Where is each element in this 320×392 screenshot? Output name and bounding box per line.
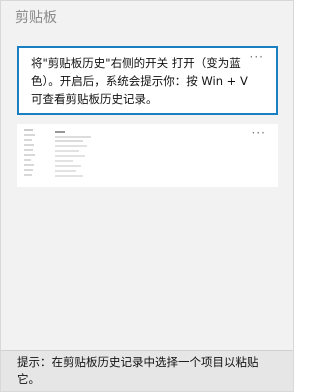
panel-title: 剪贴板 [15, 10, 57, 26]
clipboard-panel: 剪贴板 将"剪贴板历史"右侧的开关 打开（变为蓝色）。开启后，系统会提示你：按 … [0, 0, 294, 392]
clipboard-item-text-content: 将"剪贴板历史"右侧的开关 打开（变为蓝色）。开启后，系统会提示你：按 Win … [31, 56, 248, 106]
screenshot-thumbnail [21, 126, 251, 184]
footer-tip-text: 提示：在剪贴板历史记录中选择一个项目以粘贴它。 [17, 355, 259, 386]
clipboard-item-image[interactable]: ··· [17, 124, 278, 187]
clipboard-item-text[interactable]: 将"剪贴板历史"右侧的开关 打开（变为蓝色）。开启后，系统会提示你：按 Win … [17, 46, 278, 115]
more-options-icon[interactable]: ··· [250, 50, 264, 64]
more-options-icon[interactable]: ··· [252, 126, 266, 140]
footer-tip-bar: 提示：在剪贴板历史记录中选择一个项目以粘贴它。 [1, 350, 293, 391]
